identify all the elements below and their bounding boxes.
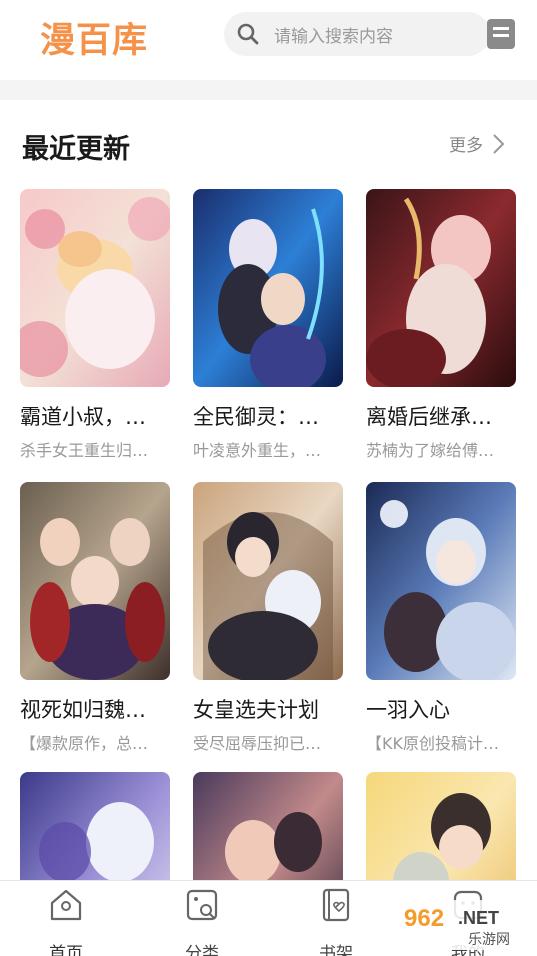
comic-cover [20,189,170,387]
tab-label: 分类 [185,944,219,956]
tab-bookshelf[interactable]: 书架 [276,881,396,956]
cover-image [366,482,516,680]
cover-image [193,189,343,387]
watermark-logo: 962 .NET 乐游网 [398,900,531,950]
comic-cover [366,482,516,680]
tab-category[interactable]: 分类 [142,881,262,956]
comic-title: 女皇选夫计划 [193,698,319,722]
comic-title: 霸道小叔，… [20,405,146,429]
more-link[interactable]: 更多 [449,131,507,156]
section-title: 最近更新 [22,134,130,165]
history-icon[interactable] [486,18,516,50]
comic-desc: 叶凌意外重生，… [193,441,322,460]
comic-cover [20,482,170,680]
cover-image [20,482,170,680]
comic-desc: 【KK原创投稿计… [366,734,499,753]
bookshelf-icon [322,888,350,922]
comic-desc: 【爆款原作，总… [20,734,149,753]
top-header: 漫百库 请输入搜索内容 [0,0,537,80]
search-placeholder: 请输入搜索内容 [274,26,393,47]
more-label: 更多 [449,136,483,156]
svg-text:962: 962 [404,905,444,932]
search-bar[interactable]: 请输入搜索内容 [224,12,490,56]
cover-image [20,189,170,387]
header-divider [0,80,537,100]
tab-label: 书架 [319,944,353,956]
comic-cover [193,482,343,680]
comic-desc: 杀手女王重生归… [20,441,149,460]
tab-home[interactable]: 首页 [6,881,126,956]
category-icon [186,889,218,921]
chevron-right-icon [493,133,505,154]
cover-image [366,189,516,387]
home-icon [50,889,82,921]
app-logo: 漫百库 [40,21,149,61]
comic-cover [193,189,343,387]
comic-cover [366,189,516,387]
search-icon [237,23,259,45]
comic-title: 离婚后继承… [366,405,492,429]
cover-image [193,482,343,680]
app-screen: 漫百库 请输入搜索内容 最近更新 更多 霸道小叔，… 杀手女王重生归… 全民御灵… [0,0,537,956]
comic-title: 全民御灵：… [193,405,319,429]
tab-label: 首页 [49,944,83,956]
comic-desc: 受尽屈辱压抑已… [193,734,322,753]
comic-desc: 苏楠为了嫁给傅… [366,441,495,460]
svg-text:乐游网: 乐游网 [468,932,510,948]
comic-title: 视死如归魏… [20,698,146,722]
comic-title: 一羽入心 [366,698,450,722]
svg-text:.NET: .NET [458,908,499,928]
